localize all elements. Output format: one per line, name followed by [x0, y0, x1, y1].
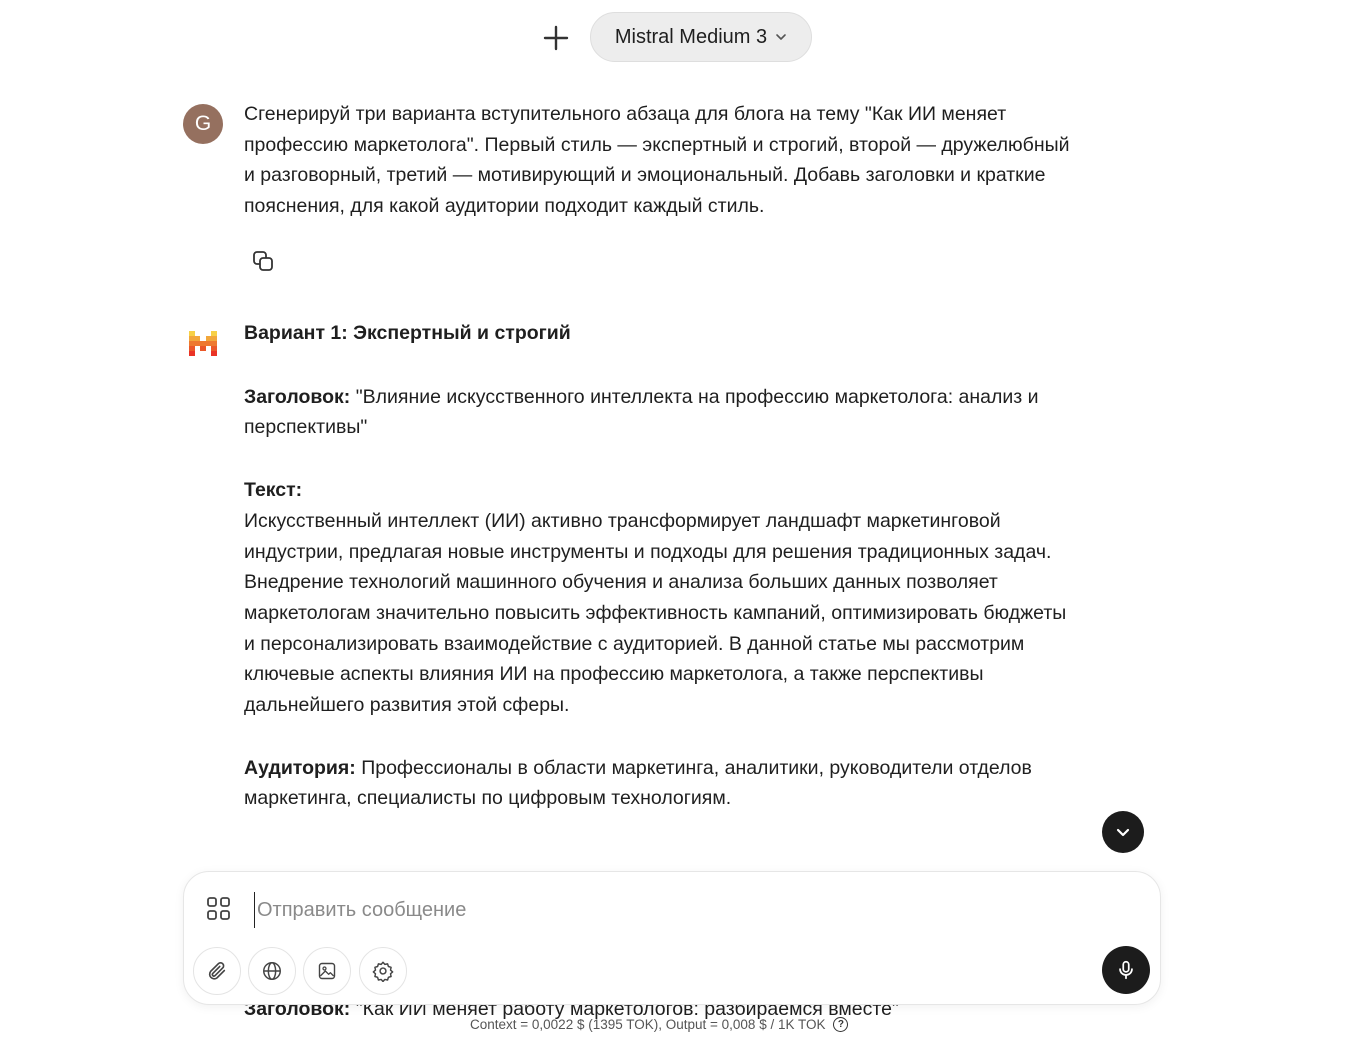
- message-composer: [183, 871, 1161, 1005]
- scroll-to-bottom-button[interactable]: [1102, 811, 1144, 853]
- image-icon: [318, 962, 336, 980]
- mistral-logo-icon: [189, 331, 217, 356]
- assistant-message: Вариант 1: Экспертный и строгий Заголово…: [244, 318, 1074, 814]
- paperclip-icon: [208, 961, 226, 980]
- token-cost-info: Context = 0,0022 $ (1395 TOK), Output = …: [470, 1017, 849, 1032]
- cost-text: Context = 0,0022 $ (1395 TOK), Output = …: [470, 1017, 826, 1032]
- user-message-text: Сгенерируй три варианта вступительного а…: [244, 103, 1070, 218]
- audience-label: Аудитория:: [244, 756, 356, 779]
- model-name: Mistral Medium 3: [614, 25, 768, 48]
- globe-icon: [263, 962, 281, 980]
- plus-icon: [543, 25, 569, 51]
- top-bar: Mistral Medium 3: [0, 12, 1356, 64]
- gear-icon: [372, 961, 394, 982]
- image-button[interactable]: [303, 947, 351, 995]
- copy-icon: [253, 251, 273, 271]
- text-label: Текст:: [244, 479, 303, 502]
- tools-settings-button[interactable]: [359, 947, 407, 995]
- text-body: Искусственный интеллект (ИИ) активно тра…: [244, 509, 1067, 717]
- model-selector[interactable]: Mistral Medium 3: [590, 12, 812, 62]
- attach-file-button[interactable]: [193, 947, 241, 995]
- microphone-icon: [1119, 960, 1133, 980]
- voice-input-button[interactable]: [1102, 946, 1150, 994]
- chevron-down-icon: [1116, 828, 1130, 837]
- copy-message-button[interactable]: [248, 246, 278, 276]
- heading-value: "Влияние искусственного интеллекта на пр…: [244, 385, 1039, 439]
- variant-title: Вариант 1: Экспертный и строгий: [244, 322, 571, 344]
- apps-grid-icon[interactable]: [206, 896, 232, 922]
- heading-label: Заголовок:: [244, 385, 351, 408]
- user-avatar: G: [183, 104, 223, 144]
- message-input[interactable]: [254, 892, 1119, 928]
- audience-value: Профессионалы в области маркетинга, анал…: [244, 756, 1032, 810]
- avatar-letter: G: [194, 112, 212, 135]
- web-search-button[interactable]: [248, 947, 296, 995]
- new-chat-button[interactable]: [538, 20, 574, 56]
- help-icon[interactable]: ?: [833, 1017, 849, 1032]
- chevron-down-icon: [776, 34, 786, 40]
- chat-page: Mistral Medium 3 G Сгенерируй три вариан…: [0, 0, 1356, 1045]
